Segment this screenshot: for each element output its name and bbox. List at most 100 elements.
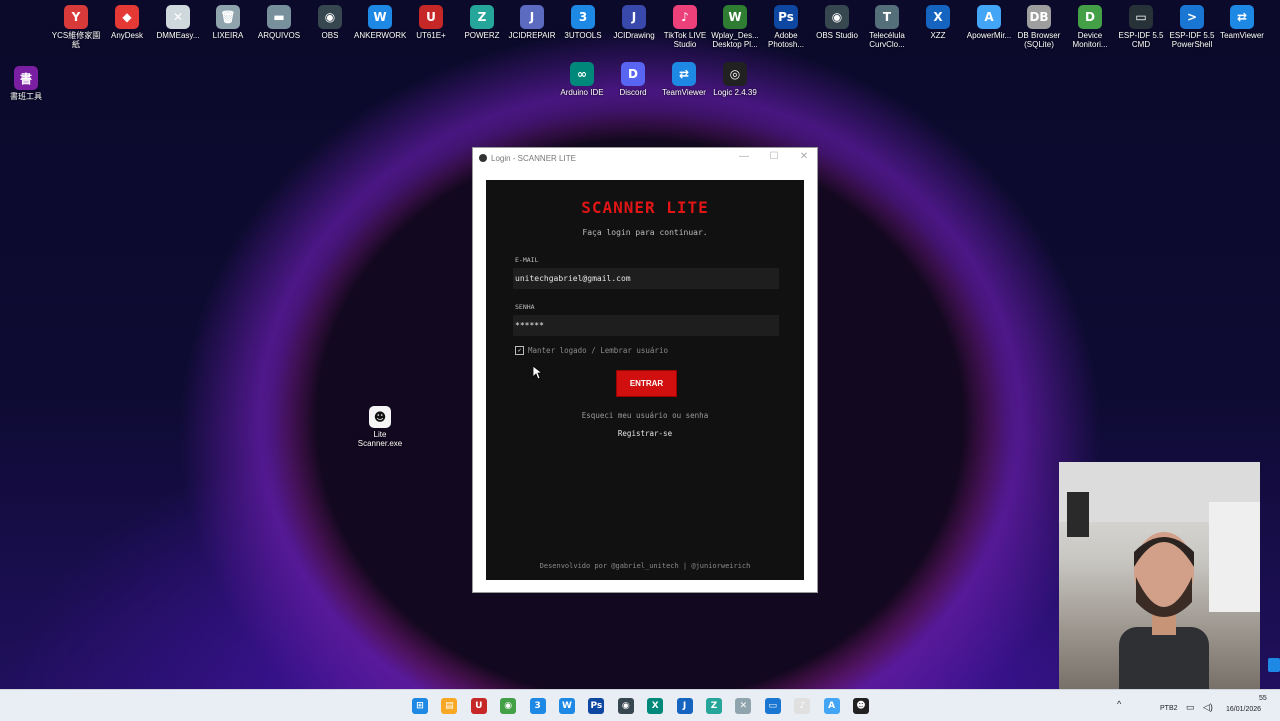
desktop-icon[interactable]: J JCIDrawing <box>608 5 660 40</box>
password-label: SENHA <box>515 303 535 311</box>
desktop-icon[interactable]: X XZZ <box>912 5 964 40</box>
photoshop-icon[interactable]: Ps <box>588 698 605 714</box>
volume-icon[interactable]: ◁) <box>1203 702 1213 713</box>
desktop-icon-label: JCIDrawing <box>613 31 655 40</box>
desktop-icon-label: Logic 2.4.39 <box>713 88 757 97</box>
notification-icon[interactable] <box>1268 658 1280 672</box>
language-indicator[interactable]: PTB2 <box>1160 705 1178 712</box>
remember-checkbox[interactable]: ✓ <box>515 346 524 355</box>
minimize-icon[interactable]: — <box>729 151 759 162</box>
desktop-icon[interactable]: Y YCS維修家園 紙 <box>50 5 102 49</box>
enter-button[interactable]: ENTRAR <box>616 370 677 397</box>
app-icon: ▬ <box>267 5 291 29</box>
desktop-icon[interactable]: ◉ OBS Studio <box>811 5 863 40</box>
network-icon[interactable]: ▭ <box>1186 702 1195 713</box>
desktop-icon[interactable]: ⇄ TeamViewer <box>658 62 710 97</box>
desktop-icon[interactable]: ▭ ESP-IDF 5.5 CMD <box>1115 5 1167 49</box>
desktop-icon[interactable]: ♪ TikTok LIVE Studio <box>659 5 711 49</box>
desktop-icon-label: TeamViewer <box>1220 31 1264 40</box>
desktop-icon[interactable]: 🗑 LIXEIRA <box>202 5 254 40</box>
file-explorer-icon[interactable]: ▤ <box>441 698 458 714</box>
xzz-icon[interactable]: X <box>647 698 664 714</box>
desktop-icon-label: DB Browser (SQLite) <box>1017 31 1061 49</box>
app-icon <box>479 154 487 162</box>
desktop-icon[interactable]: D Device Monitori... <box>1064 5 1116 49</box>
desktop-icon[interactable]: ◉ OBS <box>304 5 356 40</box>
close-icon[interactable]: ✕ <box>789 151 819 162</box>
email-value: unitechgabriel@gmail.com <box>515 274 631 283</box>
chrome-icon[interactable]: ◉ <box>500 698 517 714</box>
scanner-exe-icon: ☻ <box>369 406 391 428</box>
desktop-icon[interactable]: W ANKERWORK <box>354 5 406 40</box>
windows-start-icon[interactable]: ⊞ <box>412 698 428 714</box>
app-icon: A <box>977 5 1001 29</box>
maximize-icon[interactable]: ☐ <box>759 151 789 162</box>
email-label: E-MAIL <box>515 256 539 264</box>
app-icon: U <box>419 5 443 29</box>
desktop-icon[interactable]: D Discord <box>607 62 659 97</box>
email-field[interactable]: unitechgabriel@gmail.com <box>513 268 779 289</box>
dmm-icon[interactable]: ✕ <box>735 698 752 714</box>
apowermirror-icon[interactable]: A <box>823 698 840 714</box>
forgot-password-link[interactable]: Esqueci meu usuário ou senha <box>486 411 804 420</box>
desktop-icon[interactable]: ◆ AnyDesk <box>101 5 153 40</box>
register-link[interactable]: Registrar-se <box>486 429 804 438</box>
desktop-icon-tool[interactable]: 書 書班工具 <box>0 66 52 101</box>
desktop-icon[interactable]: T Telecélula CurvClo... <box>861 5 913 49</box>
desktop-icon[interactable]: ⇄ TeamViewer <box>1216 5 1268 40</box>
music-icon[interactable]: ♪ <box>794 698 811 714</box>
desktop-icon[interactable]: A ApowerMir... <box>963 5 1015 40</box>
obs-icon[interactable]: ◉ <box>617 698 634 714</box>
desktop-icon[interactable]: ▬ ARQUIVOS <box>253 5 305 40</box>
tray-chevron-icon[interactable]: ^ <box>1117 699 1121 709</box>
desktop-icon[interactable]: 3 3UTOOLS <box>557 5 609 40</box>
desktop-icon-lite-scanner[interactable]: ☻ Lite Scanner.exe <box>354 406 406 448</box>
clock-date[interactable]: 16/01/2026 <box>1226 706 1261 713</box>
remember-me[interactable]: ✓ Manter logado / Lembrar usuário <box>515 346 668 355</box>
app-icon: ⇄ <box>672 62 696 86</box>
app-icon: Ps <box>774 5 798 29</box>
app-icon: D <box>621 62 645 86</box>
desktop-icon[interactable]: ∞ Arduino IDE <box>556 62 608 97</box>
desktop-icon[interactable]: DB DB Browser (SQLite) <box>1013 5 1065 49</box>
app-icon: ◉ <box>318 5 342 29</box>
scanner-icon[interactable]: ☻ <box>853 698 869 714</box>
desktop-icon-label: Discord <box>619 88 647 97</box>
desktop-icon-label: Adobe Photosh... <box>767 31 805 49</box>
desktop-icon[interactable]: Ps Adobe Photosh... <box>760 5 812 49</box>
ankerwork-icon[interactable]: W <box>559 698 575 714</box>
desktop-icon[interactable]: ✕ DMMEasy... <box>152 5 204 40</box>
desktop-icon-label: Wplay_Des... Desktop Pl... <box>711 31 759 49</box>
desktop-icon[interactable]: Z POWERZ <box>456 5 508 40</box>
login-window: Login - SCANNER LITE — ☐ ✕ SCANNER LITE … <box>472 147 818 593</box>
desktop-icon-label: DMMEasy... <box>156 31 200 40</box>
desktop-icon[interactable]: > ESP-IDF 5.5 PowerShell <box>1166 5 1218 49</box>
desktop-icon-label: Device Monitori... <box>1072 31 1108 49</box>
desktop-icon-label: ANKERWORK <box>354 31 407 40</box>
clock-time[interactable]: 55 <box>1259 695 1267 702</box>
tool-icon: 書 <box>14 66 38 90</box>
app-icon: ◉ <box>825 5 849 29</box>
app-icon: ◆ <box>115 5 139 29</box>
window-title: Login - SCANNER LITE <box>491 153 576 163</box>
app-icon: Z <box>470 5 494 29</box>
unit-app-icon[interactable]: U <box>470 698 487 714</box>
desktop-icon[interactable]: ◎ Logic 2.4.39 <box>709 62 761 97</box>
jcid-icon[interactable]: J <box>676 698 693 714</box>
desktop-icon-label: 書班工具 <box>10 92 42 101</box>
powerz-icon[interactable]: Z <box>706 698 722 714</box>
credits-footer: Desenvolvido por @gabriel_unitech | @jun… <box>539 562 751 570</box>
desktop-icon-label: YCS維修家園 紙 <box>51 31 101 49</box>
3utools-icon[interactable]: 3 <box>529 698 546 714</box>
app-icon: DB <box>1027 5 1051 29</box>
password-field[interactable]: ****** <box>513 315 779 336</box>
remote-desktop-icon[interactable]: ▭ <box>764 698 781 714</box>
desktop-icon[interactable]: W Wplay_Des... Desktop Pl... <box>709 5 761 49</box>
desktop-icon-label: ESP-IDF 5.5 CMD <box>1118 31 1164 49</box>
desktop-icon-label: 3UTOOLS <box>564 31 602 40</box>
app-icon: 🗑 <box>216 5 240 29</box>
desktop-icon[interactable]: U UT61E+ <box>405 5 457 40</box>
remember-label: Manter logado / Lembrar usuário <box>528 346 668 355</box>
window-titlebar[interactable]: Login - SCANNER LITE — ☐ ✕ <box>473 148 817 168</box>
desktop-icon[interactable]: J JCIDREPAIR <box>506 5 558 40</box>
